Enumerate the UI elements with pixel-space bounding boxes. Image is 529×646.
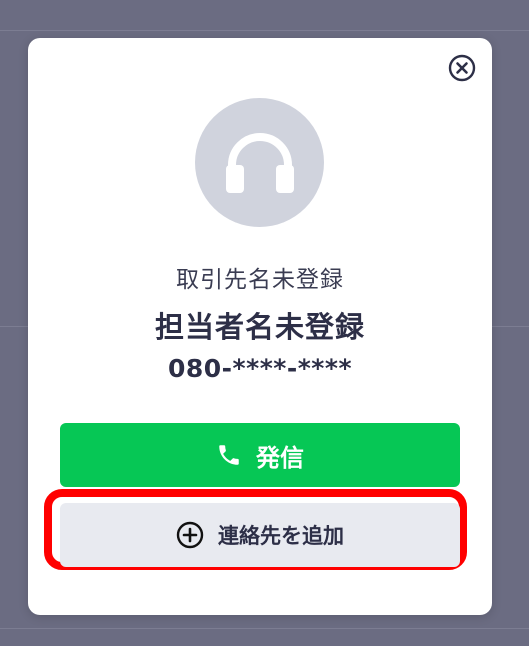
avatar [195,98,324,227]
background-divider [0,30,529,31]
company-name: 取引先名未登録 [176,267,344,293]
contact-name: 担当者名未登録 [154,310,365,344]
background-divider [0,628,529,629]
phone-icon [219,445,239,465]
headphones-icon [225,132,294,193]
plus-circle-icon [176,521,204,549]
contact-modal: 取引先名未登録 担当者名未登録 080-****-**** 発信 連絡先を追加 [28,38,492,615]
add-contact-button-label: 連絡先を追加 [218,524,344,548]
close-icon [448,54,476,82]
close-button[interactable] [448,54,476,82]
add-contact-button[interactable]: 連絡先を追加 [60,503,460,567]
call-button-label: 発信 [256,443,304,472]
call-button[interactable]: 発信 [60,423,460,487]
phone-number: 080-****-**** [167,354,353,383]
